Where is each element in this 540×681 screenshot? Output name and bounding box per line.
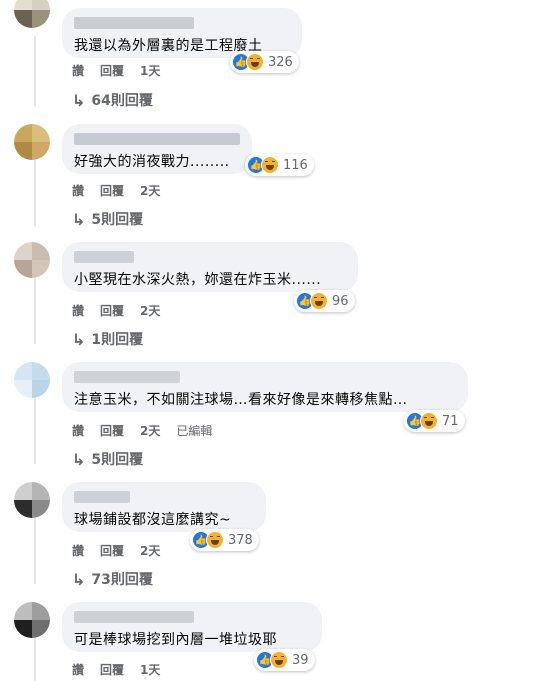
comment-actions: 讚 回覆 2天 — [72, 182, 160, 199]
haha-icon — [420, 412, 438, 430]
comment-actions: 讚 回覆 1天 — [72, 62, 160, 79]
haha-icon — [270, 651, 288, 669]
timestamp[interactable]: 2天 — [140, 182, 160, 199]
like-button[interactable]: 讚 — [72, 422, 84, 439]
comment-text: 小堅現在水深火熱，妳還在炸玉米...... — [74, 272, 322, 288]
replies-label: 73則回覆 — [91, 572, 153, 588]
author-name-blurred[interactable] — [74, 251, 134, 263]
like-button[interactable]: 讚 — [72, 62, 84, 79]
reply-arrow-icon: ↳ — [72, 209, 86, 229]
reply-button[interactable]: 回覆 — [100, 422, 124, 439]
timestamp[interactable]: 2天 — [140, 542, 160, 559]
avatar[interactable] — [14, 0, 50, 28]
comment-text: 好強大的消夜戰力........ — [74, 154, 230, 170]
haha-icon — [310, 292, 328, 310]
reaction-count: 71 — [442, 413, 459, 429]
comment-text: 注意玉米，不如關注球場…看來好像是來轉移焦點… — [74, 392, 408, 408]
comment-bubble: 可是棒球場挖到內層一堆垃圾耶 — [62, 602, 322, 652]
comment-text: 球場鋪設都沒這麼講究~ — [74, 512, 232, 528]
timestamp[interactable]: 2天 — [140, 302, 160, 319]
avatar[interactable] — [14, 124, 50, 160]
comment-bubble: 球場鋪設都沒這麼講究~ — [62, 482, 266, 532]
timestamp[interactable]: 1天 — [140, 661, 160, 678]
reaction-count: 326 — [268, 54, 293, 70]
reply-button[interactable]: 回覆 — [100, 302, 124, 319]
replies-label: 5則回覆 — [91, 452, 144, 468]
author-name-blurred[interactable] — [74, 133, 240, 145]
comment-bubble: 小堅現在水深火熱，妳還在炸玉米...... — [62, 242, 358, 292]
reaction-count: 116 — [283, 157, 308, 173]
view-replies-link[interactable]: ↳ 64則回覆 — [72, 90, 153, 110]
avatar[interactable] — [14, 242, 50, 278]
haha-icon — [261, 156, 279, 174]
comment-bubble: 好強大的消夜戰力........ — [62, 124, 252, 174]
reaction-summary[interactable]: 👍 378 — [190, 529, 259, 551]
replies-label: 5則回覆 — [91, 212, 144, 228]
view-replies-link[interactable]: ↳ 1則回覆 — [72, 329, 143, 349]
reply-arrow-icon: ↳ — [72, 329, 86, 349]
avatar[interactable] — [14, 602, 50, 638]
thread-line — [34, 398, 36, 464]
timestamp[interactable]: 2天 — [140, 422, 160, 439]
like-button[interactable]: 讚 — [72, 182, 84, 199]
reply-button[interactable]: 回覆 — [100, 542, 124, 559]
reply-arrow-icon: ↳ — [72, 569, 86, 589]
view-replies-link[interactable]: ↳ 73則回覆 — [72, 569, 153, 589]
reaction-count: 378 — [228, 532, 253, 548]
edited-label: 已編輯 — [176, 424, 213, 438]
timestamp[interactable]: 1天 — [140, 62, 160, 79]
reaction-count: 96 — [332, 293, 349, 309]
haha-icon — [206, 531, 224, 549]
comment-actions: 讚 回覆 2天 — [72, 542, 160, 559]
replies-label: 64則回覆 — [91, 93, 153, 109]
avatar[interactable] — [14, 482, 50, 518]
reply-button[interactable]: 回覆 — [100, 661, 124, 678]
like-button[interactable]: 讚 — [72, 302, 84, 319]
avatar[interactable] — [14, 362, 50, 398]
reply-arrow-icon: ↳ — [72, 449, 86, 469]
comment-text: 可是棒球場挖到內層一堆垃圾耶 — [74, 632, 277, 648]
author-name-blurred[interactable] — [74, 611, 194, 623]
author-name-blurred[interactable] — [74, 491, 130, 503]
reaction-count: 39 — [292, 652, 309, 668]
comment-actions: 讚 回覆 2天 — [72, 302, 160, 319]
view-replies-link[interactable]: ↳ 5則回覆 — [72, 449, 143, 469]
like-button[interactable]: 讚 — [72, 661, 84, 678]
author-name-blurred[interactable] — [74, 371, 180, 383]
reaction-summary[interactable]: 👍 116 — [245, 154, 314, 176]
comment-bubble: 注意玉米，不如關注球場…看來好像是來轉移焦點… — [62, 362, 468, 412]
comment-actions: 讚 回覆 1天 — [72, 661, 160, 678]
reaction-summary[interactable]: 👍 96 — [294, 290, 355, 312]
reply-button[interactable]: 回覆 — [100, 62, 124, 79]
replies-label: 1則回覆 — [91, 332, 144, 348]
reaction-summary[interactable]: 👍 71 — [404, 410, 465, 432]
like-button[interactable]: 讚 — [72, 542, 84, 559]
reply-arrow-icon: ↳ — [72, 90, 86, 110]
thread-line — [34, 518, 36, 584]
thread-line — [34, 278, 36, 344]
comment-actions: 讚 回覆 2天 已編輯 — [72, 422, 212, 439]
author-name-blurred[interactable] — [74, 17, 194, 29]
reaction-summary[interactable]: 👍 39 — [254, 649, 315, 671]
thread-line — [34, 638, 36, 681]
thread-line — [34, 160, 36, 226]
reply-button[interactable]: 回覆 — [100, 182, 124, 199]
view-replies-link[interactable]: ↳ 5則回覆 — [72, 209, 143, 229]
thread-line — [34, 36, 36, 106]
haha-icon — [246, 53, 264, 71]
reaction-summary[interactable]: 👍 326 — [230, 51, 299, 73]
